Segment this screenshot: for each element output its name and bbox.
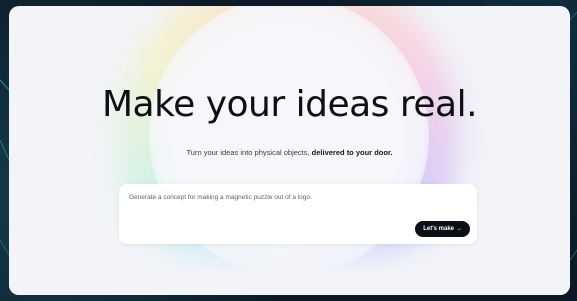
arrow-right-icon: →	[456, 226, 462, 232]
hero-subtitle-lead: Turn your ideas into physical objects,	[186, 148, 312, 157]
lets-make-button[interactable]: Let's make →	[415, 221, 470, 237]
prompt-input[interactable]	[129, 194, 429, 201]
prompt-box: Let's make →	[119, 184, 477, 244]
lets-make-label: Let's make	[423, 226, 454, 232]
hero-title: Make your ideas real.	[101, 84, 478, 125]
hero-card: Make your ideas real. Turn your ideas in…	[9, 6, 570, 295]
hero-subtitle-emphasis: delivered to your door.	[311, 148, 393, 157]
hero-subtitle: Turn your ideas into physical objects, d…	[9, 148, 570, 157]
